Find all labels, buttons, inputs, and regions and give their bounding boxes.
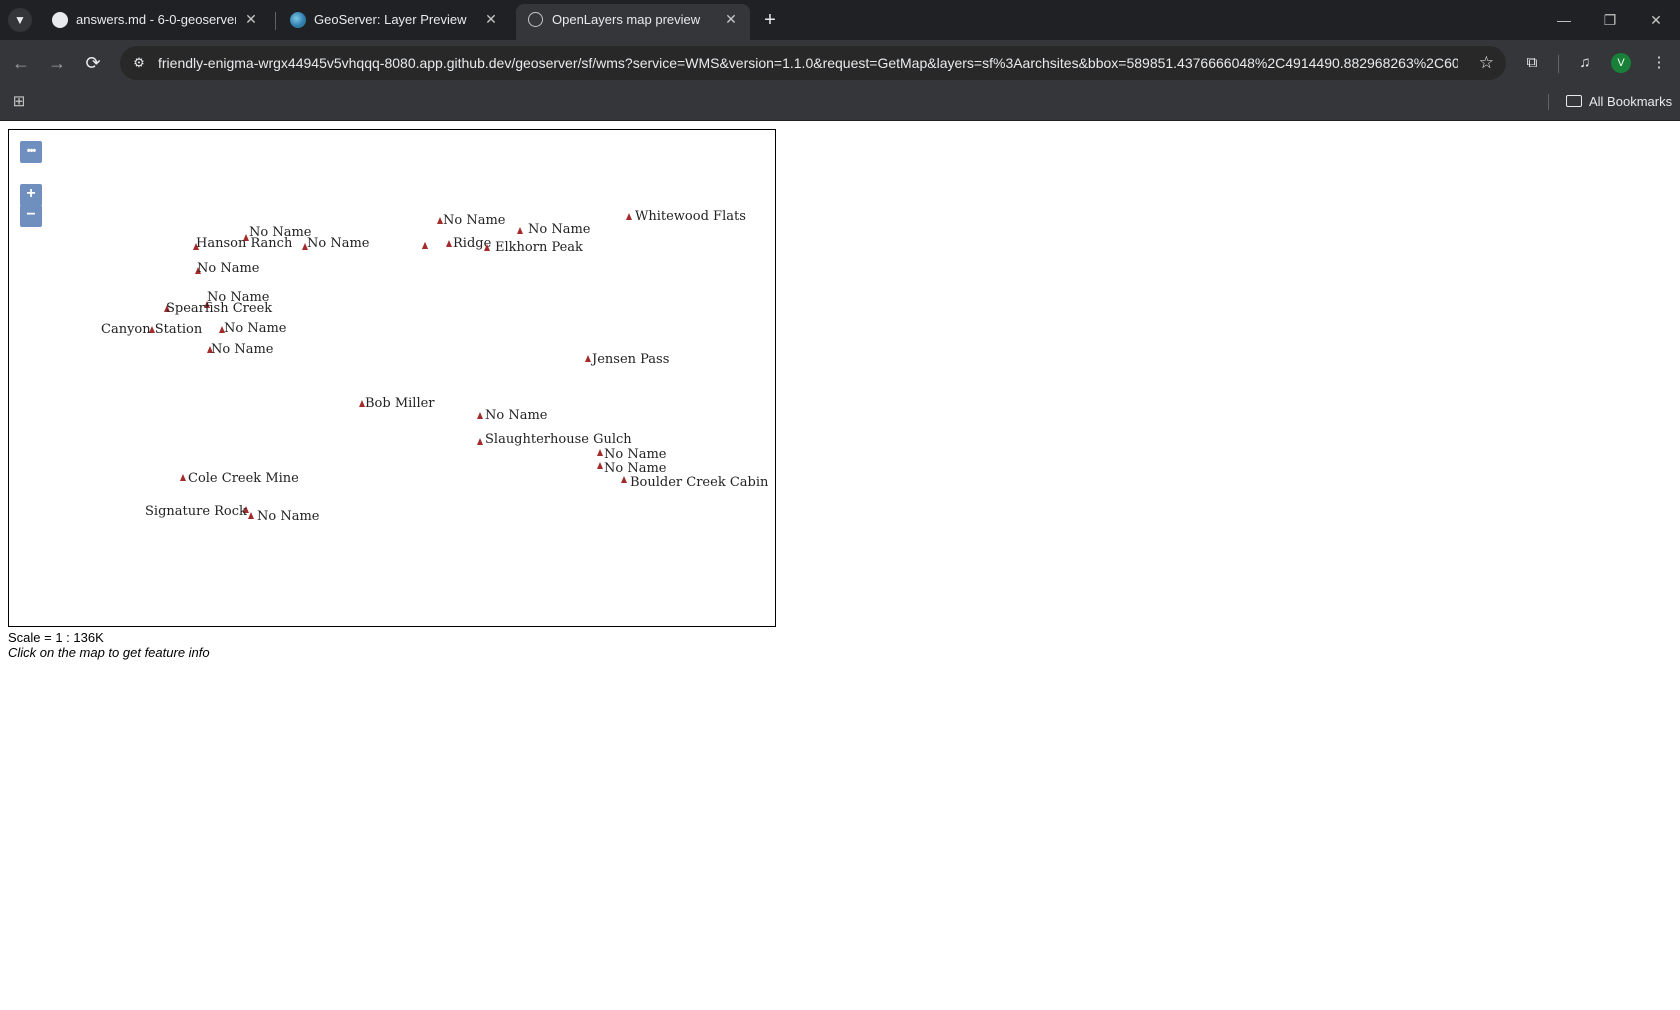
tab-divider (275, 12, 276, 30)
site-label-whitewood-flats: Whitewood Flats (635, 209, 746, 224)
address-bar[interactable]: ⚙ friendly-enigma-wrgx44945v5vhqqq-8080.… (120, 46, 1506, 80)
forward-button[interactable]: → (44, 50, 70, 76)
new-tab-button[interactable]: + (758, 8, 782, 32)
zoom-in-button[interactable]: + (20, 184, 42, 206)
site-label-no-name-9: No Name (485, 408, 548, 423)
extensions-icon[interactable]: ⧉ (1521, 52, 1543, 74)
site-marker-whitewood-flats[interactable] (626, 213, 632, 220)
bookmarks-bar: ⊞ All Bookmarks (0, 86, 1680, 121)
zoom-out-button[interactable]: − (20, 205, 42, 227)
site-label-no-name-5: No Name (224, 321, 287, 336)
close-icon[interactable]: ✕ (242, 10, 260, 28)
tab-title: OpenLayers map preview (552, 12, 701, 27)
geoserver-icon (290, 12, 306, 28)
apps-grid-icon[interactable]: ⊞ (10, 93, 28, 111)
all-bookmarks-label: All Bookmarks (1589, 94, 1673, 109)
bookmark-star-icon[interactable]: ☆ (1479, 53, 1494, 73)
tab-title: GeoServer: Layer Preview (314, 12, 467, 27)
map-scale: Scale = 1 : 136K (8, 630, 104, 645)
site-label-signature-rock: Signature Rock (145, 504, 247, 519)
site-marker-slaughterhouse-gulch[interactable] (477, 438, 483, 445)
site-marker-no-name-10[interactable] (597, 449, 603, 456)
menu-icon[interactable]: ⋮ (1648, 52, 1670, 74)
all-bookmarks-button[interactable]: All Bookmarks (1566, 94, 1672, 109)
site-label-bob-miller: Bob Miller (365, 396, 435, 411)
site-label-no-name-7: No Name (528, 222, 591, 237)
back-button[interactable]: ← (8, 50, 34, 76)
site-marker-no-name-9[interactable] (477, 412, 483, 419)
site-marker-jensen-pass[interactable] (585, 355, 591, 362)
site-label-no-name-12: No Name (257, 509, 320, 524)
tab-strip: ▼ answers.md - 6-0-geoserver-int ✕ GeoSe… (0, 0, 1680, 40)
site-label-slaughterhouse-gulch: Slaughterhouse Gulch (485, 432, 632, 447)
close-window-button[interactable]: ✕ (1634, 0, 1678, 40)
close-icon[interactable]: ✕ (482, 10, 500, 28)
minimize-button[interactable]: — (1542, 0, 1586, 40)
site-label-boulder-creek-cabin: Boulder Creek Cabin (630, 475, 769, 490)
folder-icon (1566, 95, 1582, 107)
reload-button[interactable]: ⟳ (80, 50, 106, 76)
site-label-elkhorn-peak: Elkhorn Peak (495, 240, 583, 255)
layer-toggle-button[interactable]: ••• (20, 141, 42, 163)
site-label-no-name-8: No Name (443, 213, 506, 228)
tab-geoserver-layer-preview[interactable]: GeoServer: Layer Preview ✕ (278, 0, 510, 40)
site-label-jensen-pass: Jensen Pass (592, 352, 670, 367)
site-marker-boulder-creek-cabin[interactable] (621, 476, 627, 483)
tab-title: answers.md - 6-0-geoserver-int (76, 12, 236, 27)
browser-toolbar: ← → ⟳ ⚙ friendly-enigma-wrgx44945v5vhqqq… (0, 40, 1680, 86)
site-label-spearfish-creek: Spearfish Creek (166, 301, 273, 316)
toolbar-divider (1558, 55, 1559, 73)
media-control-icon[interactable]: ♫ (1574, 52, 1596, 74)
site-label-no-name-10: No Name (604, 447, 667, 462)
site-label-no-name-3: No Name (197, 261, 260, 276)
tab-answers-md[interactable]: answers.md - 6-0-geoserver-int ✕ (40, 0, 270, 40)
site-marker-unlabeled[interactable] (517, 227, 523, 234)
url-text[interactable]: friendly-enigma-wrgx44945v5vhqqq-8080.ap… (158, 55, 1458, 71)
site-label-no-name-11: No Name (604, 461, 667, 476)
tab-openlayers-map-preview[interactable]: OpenLayers map preview ✕ (516, 4, 750, 40)
tab-search-button[interactable]: ▼ (8, 8, 32, 32)
github-icon (52, 12, 68, 28)
map-viewport[interactable]: ••• + − No Name Hanson Ranch No Name No Nam… (8, 129, 776, 627)
close-icon[interactable]: ✕ (722, 10, 740, 28)
site-marker-no-name-11[interactable] (597, 462, 603, 469)
site-marker-cole-creek-mine[interactable] (180, 474, 186, 481)
site-marker-unlabeled[interactable] (422, 242, 428, 249)
bookmarks-divider (1548, 94, 1549, 110)
site-label-hanson-ranch: Hanson Ranch (196, 236, 293, 251)
site-label-no-name-6: No Name (211, 342, 274, 357)
site-label-canyon-station: Canyon Station (101, 322, 203, 337)
globe-icon (528, 12, 543, 27)
site-marker-ridge[interactable] (446, 240, 452, 247)
profile-avatar[interactable]: V (1611, 53, 1631, 73)
restore-button[interactable]: ❐ (1588, 0, 1632, 40)
site-info-icon[interactable]: ⚙ (130, 54, 148, 72)
feature-info-hint: Click on the map to get feature info (8, 645, 210, 660)
site-marker-elkhorn-peak[interactable] (484, 244, 490, 251)
site-marker-no-name-12[interactable] (248, 512, 254, 519)
site-label-no-name-2: No Name (307, 236, 370, 251)
site-label-cole-creek-mine: Cole Creek Mine (188, 471, 299, 486)
